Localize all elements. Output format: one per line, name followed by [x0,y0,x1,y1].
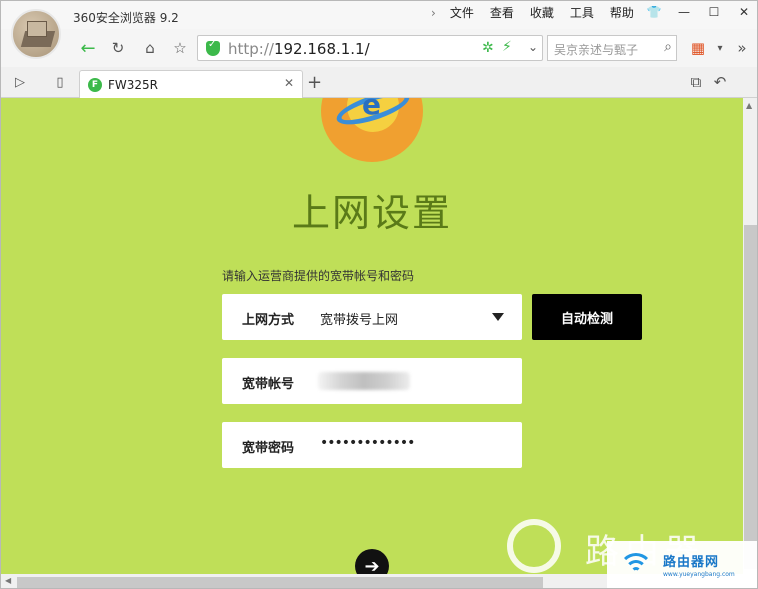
address-url[interactable]: http://192.168.1.1/ [228,40,370,58]
connection-type-value: 宽带拨号上网 [320,313,399,328]
account-input[interactable] [318,372,410,390]
menu-item-file[interactable]: 文件 [442,5,482,21]
account-field[interactable]: 宽带帐号 [222,358,522,404]
scroll-up-icon[interactable]: ▲ [746,101,752,110]
search-box[interactable]: 吴京亲述与甄子 ⌕ [547,35,677,61]
mobile-icon[interactable]: ▯ [49,71,71,93]
search-input[interactable]: 吴京亲述与甄子 [554,41,638,58]
scroll-left-icon[interactable]: ◀ [5,576,11,585]
menu-item-favorites[interactable]: 收藏 [522,5,562,21]
connection-type-label: 上网方式 [242,313,295,328]
maximize-button[interactable]: ☐ [699,1,729,23]
sidebar-toggle-icon[interactable]: ▷ [9,71,31,93]
skin-icon[interactable]: 👕 [639,1,669,23]
address-dropdown-icon[interactable]: ⌄ [528,40,538,54]
avatar[interactable] [11,9,61,59]
more-chevron-icon[interactable]: » [731,37,753,59]
connection-type-select[interactable]: 上网方式 宽带拨号上网 [222,294,522,340]
speed-mode-icon[interactable]: ✲ [482,40,494,56]
menu-chevron-icon[interactable]: › [423,5,442,21]
browser-window: 360安全浏览器 9.2 › 文件 查看 收藏 工具 帮助 👕 — ☐ ✕ ← … [0,0,758,589]
watermark-badge-title: 路由器网 [663,555,720,570]
tab-bar: ▷ ▯ F FW325R ✕ + ⧉ ↶ [1,67,757,98]
page-content: e 上网设置 请输入运营商提供的宽带帐号和密码 上网方式 宽带拨号上网 自动检测… [1,98,743,574]
menu-item-help[interactable]: 帮助 [602,5,642,21]
undo-close-icon[interactable]: ↶ [709,71,731,93]
home-icon[interactable]: ⌂ [139,37,161,59]
menu-item-view[interactable]: 查看 [482,5,522,21]
security-shield-icon [206,39,220,56]
credentials-hint: 请输入运营商提供的宽带帐号和密码 [222,269,415,283]
minimize-button[interactable]: — [669,1,699,23]
vertical-scroll-thumb[interactable] [744,225,757,569]
account-label: 宽带帐号 [242,377,295,392]
wifi-icon [617,549,655,583]
search-icon[interactable]: ⌕ [664,39,672,55]
password-field[interactable]: 宽带密码 ••••••••••••• [222,422,522,468]
password-input[interactable]: ••••••••••••• [320,435,415,451]
next-arrow-button[interactable]: ➔ [355,549,389,574]
tab-fw325r[interactable]: F FW325R ✕ [79,70,303,98]
close-button[interactable]: ✕ [729,1,757,23]
logo-e-icon: e [362,98,381,121]
address-bar[interactable]: http://192.168.1.1/ ✲ ⚡ ⌄ [197,35,543,61]
refresh-icon[interactable]: ↻ [107,37,129,59]
star-icon[interactable]: ☆ [169,37,191,59]
chevron-down-icon[interactable] [492,313,504,321]
restore-tab-icon[interactable]: ⧉ [685,71,707,93]
watermark-badge: 路由器网 www.yueyangbang.com [607,541,757,588]
navigation-toolbar: ← ↻ ⌂ ☆ http://192.168.1.1/ ✲ ⚡ ⌄ 吴京亲述与甄… [1,31,757,65]
menu-item-tools[interactable]: 工具 [562,5,602,21]
apps-grid-icon[interactable]: ▦ [687,37,709,59]
watermark-logo [507,519,561,573]
menu-bar: › 文件 查看 收藏 工具 帮助 [423,5,642,21]
watermark-badge-url: www.yueyangbang.com [663,571,735,578]
back-arrow-icon[interactable]: ← [77,37,99,59]
lightning-icon[interactable]: ⚡ [502,39,512,55]
page-title: 上网设置 [291,191,452,235]
app-title: 360安全浏览器 9.2 [73,11,179,25]
tab-favicon-icon: F [88,78,102,92]
new-tab-button[interactable]: + [307,72,322,93]
window-controls: 👕 — ☐ ✕ [639,1,757,23]
password-label: 宽带密码 [242,441,295,456]
auto-detect-button[interactable]: 自动检测 [532,294,642,340]
tab-close-icon[interactable]: ✕ [284,76,294,90]
apps-dropdown-icon[interactable]: ▾ [709,37,731,59]
router-logo: e [321,98,423,162]
horizontal-scroll-thumb[interactable] [17,577,543,588]
tab-title: FW325R [108,78,159,92]
title-bar: 360安全浏览器 9.2 › 文件 查看 收藏 工具 帮助 👕 — ☐ ✕ [1,1,757,29]
